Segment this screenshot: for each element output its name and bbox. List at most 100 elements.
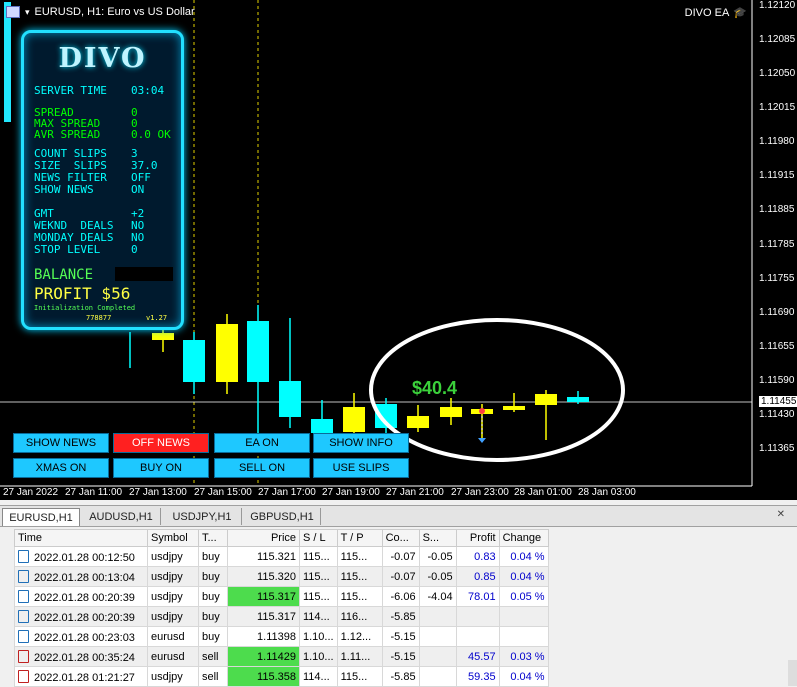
swap-cell: -4.04 <box>418 586 457 607</box>
xmas-on-button[interactable]: XMAS ON <box>13 458 109 478</box>
table-row[interactable]: 2022.01.28 00:20:39 usdjpy buy 115.317 115..… <box>14 586 549 607</box>
col-commission[interactable]: Co... <box>381 529 420 547</box>
buy-order-icon <box>18 549 29 563</box>
type-cell-text: buy <box>202 610 220 623</box>
balance-redacted <box>115 267 174 281</box>
symbol-cell: usdjpy <box>147 566 199 587</box>
profit-cell-text: 0.83 <box>474 550 496 563</box>
col-change[interactable]: Change <box>498 529 549 547</box>
close-icon[interactable]: ✕ <box>777 509 785 520</box>
table-row[interactable]: 2022.01.28 00:23:03 eurusd buy 1.11398 1.10.… <box>14 626 549 647</box>
panel-title: DIVO <box>58 43 147 74</box>
sl-cell: 114... <box>299 606 338 627</box>
profit-cell-text: 78.01 <box>468 590 496 603</box>
type-cell: sell <box>198 666 228 687</box>
use-slips-button[interactable]: USE SLIPS <box>313 458 409 478</box>
sl-cell-text: 114... <box>303 610 330 623</box>
commission-cell-text: -0.07 <box>390 550 416 563</box>
tp-cell-text: 115... <box>340 550 368 563</box>
tp-cell: 115... <box>336 666 383 687</box>
col-sl[interactable]: S / L <box>299 529 338 547</box>
ea-on-button[interactable]: EA ON <box>214 433 310 453</box>
tab-usdjpy[interactable]: USDJPY,H1 <box>163 508 242 525</box>
change-cell-text: 0.04 % <box>510 550 545 563</box>
trade-arrow-icon <box>478 438 486 443</box>
ea-name: DIVO EA <box>684 6 730 19</box>
profit-cell: 0.85 <box>455 566 500 587</box>
profit-cell <box>455 626 500 647</box>
tab-gbpusd[interactable]: GBPUSD,H1 <box>244 508 321 525</box>
show-news-row: SHOW NEWS ON <box>34 183 145 196</box>
table-row[interactable]: 2022.01.28 00:35:24 eurusd sell 1.11429 1.10… <box>14 646 549 667</box>
symbol-cell-text: usdjpy <box>151 590 183 603</box>
candle-body <box>183 340 205 382</box>
col-symbol[interactable]: Symbol <box>147 529 199 547</box>
profit-cell-text: 0.85 <box>474 570 496 583</box>
time-cell: 2022.01.28 00:23:03 <box>14 626 148 647</box>
sell-on-button[interactable]: SELL ON <box>214 458 310 478</box>
profit-cell <box>455 606 500 627</box>
off-news-button[interactable]: OFF NEWS <box>113 433 209 453</box>
col-swap[interactable]: S... <box>418 529 457 547</box>
sl-cell-text: 1.10... <box>303 650 334 663</box>
show-info-button[interactable]: SHOW INFO <box>313 433 409 453</box>
price-cell-text: 115.358 <box>257 670 296 683</box>
profit-cell-text: 59.35 <box>468 670 496 683</box>
tab-eurusd[interactable]: EURUSD,H1 <box>2 508 80 526</box>
table-row[interactable]: 2022.01.28 01:21:27 usdjpy sell 115.358 114.… <box>14 666 549 687</box>
commission-cell-text: -6.06 <box>390 590 416 603</box>
time-cell-text: 2022.01.28 01:21:27 <box>34 671 135 684</box>
show-news-button[interactable]: SHOW NEWS <box>13 433 109 453</box>
swap-cell <box>418 646 457 667</box>
table-row[interactable]: 2022.01.28 00:13:04 usdjpy buy 115.320 115..… <box>14 566 549 587</box>
table-row[interactable]: 2022.01.28 00:12:50 usdjpy buy 115.321 115..… <box>14 546 549 567</box>
server-time-row: SERVER TIME 03:04 <box>34 84 165 97</box>
status-text: Initialization Completed <box>34 304 136 312</box>
chart-dropdown-icon[interactable]: ▾ <box>25 7 30 18</box>
current-price-label: 1.11455 <box>759 396 797 407</box>
swap-cell <box>418 606 457 627</box>
type-cell-text: buy <box>202 570 220 583</box>
sl-cell: 1.10... <box>299 626 338 647</box>
tp-cell-text: 115... <box>340 570 368 583</box>
col-profit[interactable]: Profit <box>455 529 500 547</box>
candle-body <box>567 397 589 402</box>
swap-cell <box>418 666 457 687</box>
buy-order-icon <box>18 609 29 623</box>
price-tick: 1.11590 <box>759 375 795 386</box>
divo-info-panel: DIVO SERVER TIME 03:04 SPREAD 0 MAX SPREAD… <box>21 30 184 330</box>
col-type[interactable]: T... <box>198 529 228 547</box>
chart-menu-icon[interactable] <box>6 6 20 18</box>
profit-cell: 45.57 <box>455 646 500 667</box>
type-cell-text: sell <box>202 650 219 663</box>
type-cell: buy <box>198 566 228 587</box>
price-tick: 1.11915 <box>759 170 795 181</box>
buy-order-icon <box>18 569 29 583</box>
sl-cell: 115... <box>299 546 338 567</box>
scrollbar[interactable] <box>788 660 797 686</box>
tab-audusd[interactable]: AUDUSD,H1 <box>82 508 161 525</box>
sl-cell: 1.10... <box>299 646 338 667</box>
price-tick: 1.11365 <box>759 443 795 454</box>
col-tp[interactable]: T / P <box>336 529 383 547</box>
change-cell-text: 0.04 % <box>510 570 545 583</box>
price-chart[interactable]: ▾ EURUSD, H1: Euro vs US Dollar DIVO EA … <box>0 0 797 500</box>
table-row[interactable]: 2022.01.28 00:20:39 usdjpy buy 115.317 114..… <box>14 606 549 627</box>
candle-body <box>152 333 174 340</box>
tp-cell: 1.11... <box>336 646 383 667</box>
table-header: Time Symbol T... Price S / L T / P Co...… <box>14 529 549 547</box>
commission-cell: -5.15 <box>381 646 420 667</box>
swap-cell-text: -4.04 <box>427 590 453 603</box>
tp-cell-text: 116... <box>340 610 368 623</box>
col-price[interactable]: Price <box>227 529 300 547</box>
commission-cell-text: -5.15 <box>390 650 416 663</box>
tp-cell-text: 115... <box>340 670 368 683</box>
sell-order-icon <box>18 649 29 663</box>
col-time[interactable]: Time <box>14 529 148 547</box>
symbol-cell: eurusd <box>147 626 199 647</box>
profit-annotation: $40.4 <box>412 378 458 398</box>
time-cell-text: 2022.01.28 00:12:50 <box>34 551 135 564</box>
time-cell-text: 2022.01.28 00:20:39 <box>34 591 135 604</box>
symbol-cell-text: eurusd <box>151 630 185 643</box>
buy-on-button[interactable]: BUY ON <box>113 458 209 478</box>
